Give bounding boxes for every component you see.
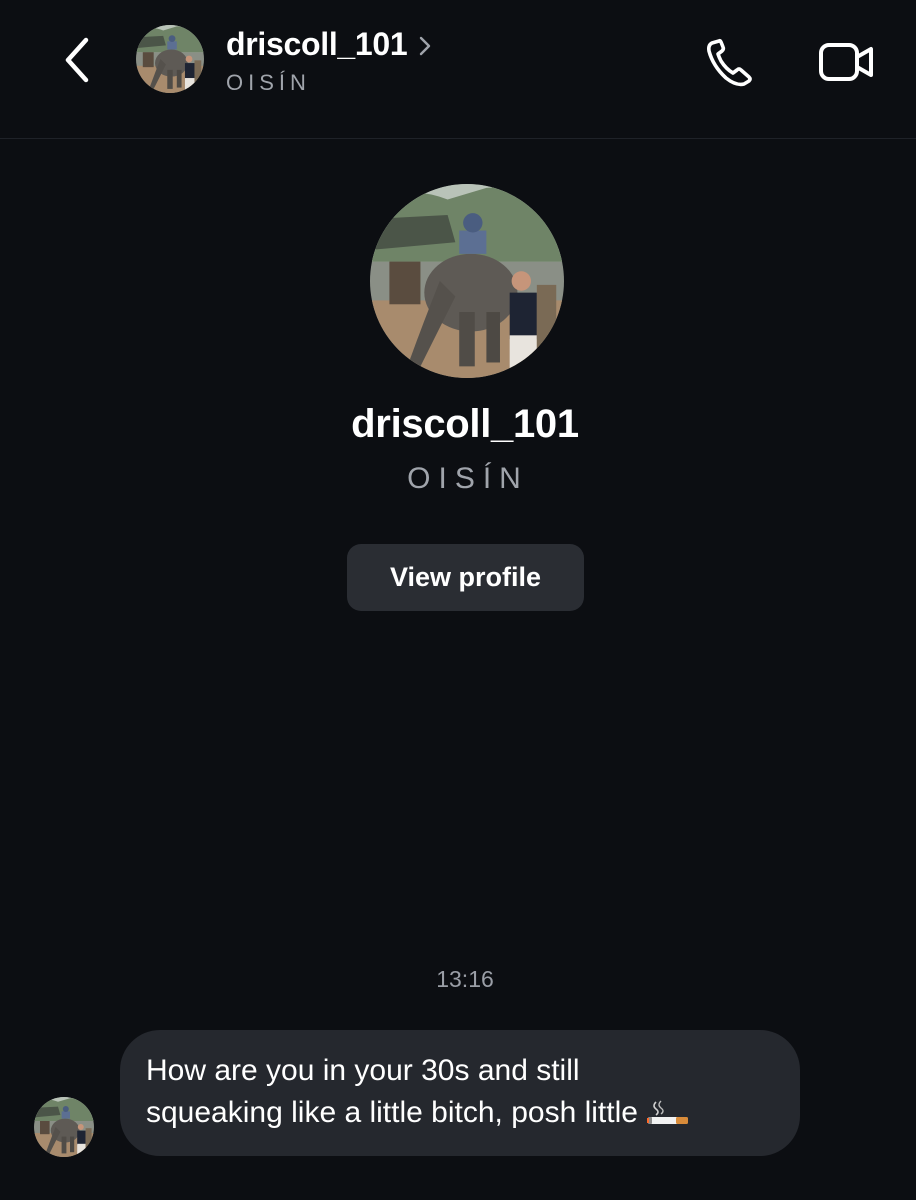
profile-username: driscoll_101: [351, 402, 579, 446]
profile-subtitle: OISÍN: [407, 462, 529, 495]
chat-screen: driscoll_101 OISÍN driscoll_101 OISÍN Vi…: [0, 0, 916, 1200]
view-profile-button[interactable]: View profile: [347, 544, 584, 611]
chat-header: driscoll_101 OISÍN: [0, 0, 916, 139]
header-title[interactable]: driscoll_101: [226, 26, 431, 63]
message-bubble[interactable]: How are you in your 30s and still squeak…: [120, 1030, 800, 1156]
phone-icon: [707, 38, 752, 87]
back-arrow-icon: [65, 37, 89, 83]
video-camera-icon: [819, 43, 873, 81]
video-call-button[interactable]: [814, 32, 880, 92]
cigarette-emoji-icon: [646, 1100, 690, 1131]
profile-avatar[interactable]: [370, 184, 564, 378]
voice-call-button[interactable]: [700, 32, 760, 92]
message-sender-avatar[interactable]: [34, 1097, 94, 1157]
message-text: How are you in your 30s and still squeak…: [146, 1054, 638, 1129]
message-timestamp: 13:16: [436, 966, 494, 992]
chevron-right-icon: [420, 36, 431, 55]
header-subtitle: OISÍN: [226, 70, 311, 95]
back-button[interactable]: [52, 30, 102, 90]
header-avatar[interactable]: [136, 25, 204, 93]
header-username: driscoll_101: [226, 26, 408, 62]
